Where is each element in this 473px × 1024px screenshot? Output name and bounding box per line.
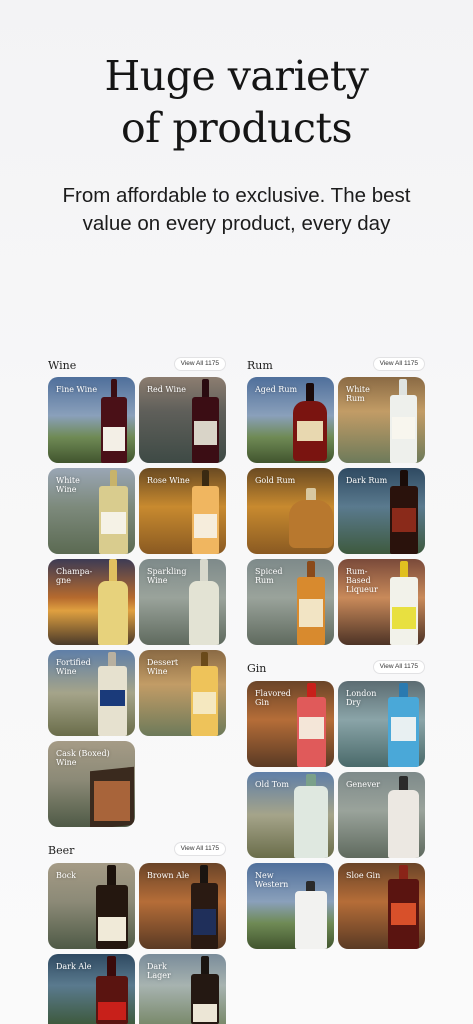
gin-view-all-button[interactable]: View All 1175 — [372, 660, 425, 674]
rum-section-title: Rum — [247, 359, 273, 372]
category-label: New Western — [255, 871, 289, 889]
category-label: Dark Ale — [56, 962, 92, 971]
bottle-label — [194, 421, 217, 445]
bottle-label — [103, 427, 125, 451]
category-label: Flavored Gin — [255, 689, 291, 707]
category-label: Rose Wine — [147, 476, 190, 485]
category-card-sparkling-wine[interactable]: Sparkling Wine — [139, 559, 226, 645]
gin-section-title: Gin — [247, 662, 267, 675]
gin-section-header: Gin View All 1175 — [247, 660, 425, 676]
bottle-label — [392, 607, 416, 629]
rum-bottle — [289, 500, 333, 548]
hero-subtitle-line-2: value on every product, every day — [82, 212, 391, 235]
category-label: Champa-gne — [56, 567, 93, 585]
category-label: Genever — [346, 780, 381, 789]
bottle-label — [98, 917, 126, 941]
hero-subtitle-line-1: From affordable to exclusive. The best — [62, 184, 411, 207]
category-label: Dessert Wine — [147, 658, 179, 676]
category-label: Fortified Wine — [56, 658, 91, 676]
category-label: White Wine — [56, 476, 80, 494]
category-label: Dark Lager — [147, 962, 171, 980]
category-label: Old Tom — [255, 780, 289, 789]
category-label: Rum-Based Liqueur — [346, 567, 378, 594]
beer-view-all-button[interactable]: View All 1175 — [173, 842, 226, 856]
category-label: Sparkling Wine — [147, 567, 187, 585]
category-card-rose-wine[interactable]: Rose Wine — [139, 468, 226, 554]
category-card-dessert-wine[interactable]: Dessert Wine — [139, 650, 226, 736]
category-card-dark-rum[interactable]: Dark Rum — [338, 468, 425, 554]
champagne-bottle — [98, 581, 128, 645]
category-label: Fine Wine — [56, 385, 98, 394]
bottle-label — [193, 909, 216, 935]
category-label: Dark Rum — [346, 476, 388, 485]
sparkling-bottle — [189, 581, 219, 645]
bottle-label — [100, 690, 125, 706]
bottle-neck — [306, 383, 314, 403]
category-label: Cask (Boxed) Wine — [56, 749, 110, 767]
category-card-old-tom[interactable]: Old Tom — [247, 772, 334, 858]
category-label: Aged Rum — [255, 385, 298, 394]
bottle-label — [391, 903, 416, 925]
wine-view-all-button[interactable]: View All 1175 — [173, 357, 226, 371]
category-card-london-dry[interactable]: London Dry — [338, 681, 425, 767]
hero-title: Huge variety of products — [0, 50, 473, 154]
beer-section-header: Beer View All 1175 — [48, 842, 226, 858]
bottle-label — [299, 599, 323, 627]
category-card-cask-boxed-wine[interactable]: Cask (Boxed) Wine — [48, 741, 135, 827]
category-label: Brown Ale — [147, 871, 190, 880]
wine-section-title: Wine — [48, 359, 77, 372]
rum-view-all-button[interactable]: View All 1175 — [372, 357, 425, 371]
hero-subtitle: From affordable to exclusive. The best v… — [30, 182, 443, 238]
category-card-brown-ale[interactable]: Brown Ale — [139, 863, 226, 949]
wine-section-header: Wine View All 1175 — [48, 357, 226, 373]
category-label: Gold Rum — [255, 476, 296, 485]
wine-box-art — [94, 781, 130, 821]
category-card-genever[interactable]: Genever — [338, 772, 425, 858]
bottle-label — [194, 514, 217, 538]
category-label: Red Wine — [147, 385, 186, 394]
category-card-white-rum[interactable]: White Rum — [338, 377, 425, 463]
bottle-label — [391, 717, 416, 741]
category-card-fine-wine[interactable]: Fine Wine — [48, 377, 135, 463]
gin-bottle — [295, 891, 327, 949]
bottle-label — [101, 512, 126, 534]
category-label: Spiced Rum — [255, 567, 283, 585]
beer-section-title: Beer — [48, 844, 75, 857]
category-card-white-wine[interactable]: White Wine — [48, 468, 135, 554]
category-card-flavored-gin[interactable]: Flavored Gin — [247, 681, 334, 767]
bottle-label — [392, 508, 416, 532]
category-card-new-western[interactable]: New Western — [247, 863, 334, 949]
category-label: London Dry — [346, 689, 377, 707]
category-label: White Rum — [346, 385, 370, 403]
bottle-label — [193, 692, 216, 714]
rum-section-header: Rum View All 1175 — [247, 357, 425, 373]
category-card-fortified-wine[interactable]: Fortified Wine — [48, 650, 135, 736]
category-card-spiced-rum[interactable]: Spiced Rum — [247, 559, 334, 645]
category-card-dark-ale[interactable]: Dark Ale — [48, 954, 135, 1024]
bottle-label — [98, 1002, 126, 1020]
hero-title-line-1: Huge variety — [104, 52, 369, 100]
category-card-red-wine[interactable]: Red Wine — [139, 377, 226, 463]
category-card-rum-based-liqueur[interactable]: Rum-Based Liqueur — [338, 559, 425, 645]
bottle-label — [392, 417, 415, 439]
category-card-aged-rum[interactable]: Aged Rum — [247, 377, 334, 463]
gin-bottle — [388, 790, 419, 858]
category-label: Bock — [56, 871, 77, 880]
category-label: Sloe Gin — [346, 871, 381, 880]
gin-bottle — [294, 786, 328, 858]
category-card-dark-lager[interactable]: Dark Lager — [139, 954, 226, 1024]
category-card-champagne[interactable]: Champa-gne — [48, 559, 135, 645]
bottle-label — [297, 421, 323, 441]
category-card-sloe-gin[interactable]: Sloe Gin — [338, 863, 425, 949]
category-card-bock[interactable]: Bock — [48, 863, 135, 949]
bottle-label — [193, 1004, 217, 1022]
bottle-label — [299, 717, 324, 739]
category-card-gold-rum[interactable]: Gold Rum — [247, 468, 334, 554]
hero-title-line-2: of products — [120, 104, 353, 152]
